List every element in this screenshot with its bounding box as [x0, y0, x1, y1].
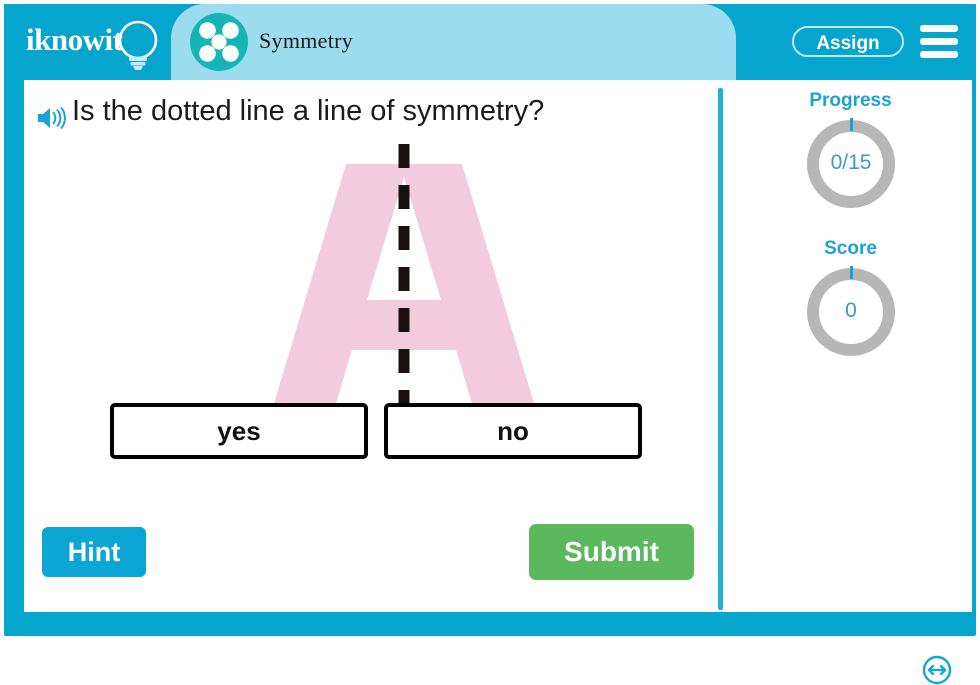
progress-ring: 0/15 — [807, 118, 895, 208]
progress-value: 0/15 — [830, 151, 872, 174]
symmetry-figure — [272, 144, 536, 440]
score-ring: 0 — [807, 266, 895, 356]
resize-horizontal-icon[interactable] — [922, 655, 952, 685]
progress-label: Progress — [809, 90, 892, 111]
topic-title: Symmetry — [259, 28, 354, 53]
app-frame: iknowit Symmetry Assign Is the dotted li… — [4, 4, 976, 685]
score-ring-tick — [850, 266, 853, 279]
panel-divider — [718, 88, 723, 610]
logo-text: iknowit — [26, 22, 123, 57]
lightbulb-icon — [118, 20, 158, 70]
answer-choices: yes no — [110, 403, 670, 461]
question-row: Is the dotted line a line of symmetry? — [36, 95, 696, 144]
five-dots-circle-icon — [190, 13, 248, 71]
topic-tab: Symmetry — [171, 4, 736, 80]
hint-button[interactable]: Hint — [42, 527, 146, 577]
right-rail: Progress 0/15 Score 0 — [729, 80, 972, 612]
header-bar: iknowit Symmetry Assign — [4, 4, 976, 80]
question-text: Is the dotted line a line of symmetry? — [72, 95, 545, 127]
iknowit-logo[interactable]: iknowit — [22, 16, 177, 72]
score-label: Score — [824, 238, 877, 259]
submit-button[interactable]: Submit — [529, 524, 694, 580]
progress-ring-tick — [850, 118, 853, 131]
hamburger-menu-icon[interactable] — [920, 25, 958, 58]
score-value: 0 — [845, 299, 857, 322]
assign-button[interactable]: Assign — [792, 26, 904, 57]
speaker-audio-icon[interactable] — [36, 105, 66, 131]
choice-button-no[interactable]: no — [384, 403, 642, 459]
choice-button-yes[interactable]: yes — [110, 403, 368, 459]
content-panel: Is the dotted line a line of symmetry? y… — [24, 80, 972, 685]
